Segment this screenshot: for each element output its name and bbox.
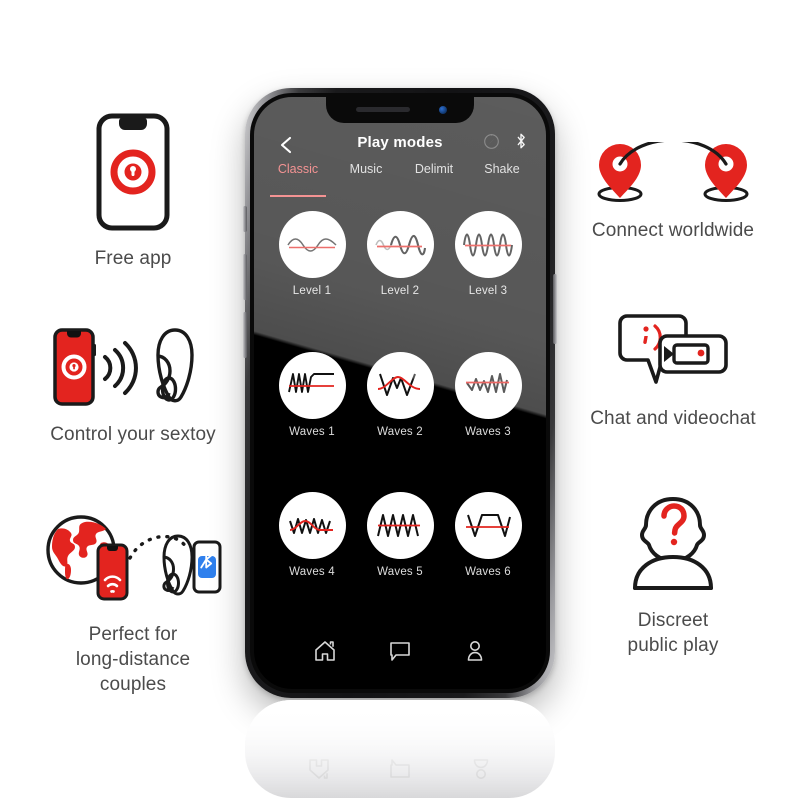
phone-reflection <box>245 700 555 798</box>
feature-discreet-public-play: Discreet public play <box>558 494 788 658</box>
front-camera-icon <box>439 106 447 114</box>
phone-frame: Play modes Classic Music Delimit Shake L… <box>243 88 557 698</box>
feature-caption: Control your sextoy <box>50 424 216 445</box>
wave-zigzag-rising-icon <box>454 351 522 419</box>
play-mode-item[interactable]: Waves 5 <box>356 492 444 627</box>
phone-notch <box>326 97 474 123</box>
play-mode-label: Waves 2 <box>377 425 423 438</box>
earpiece-speaker-icon <box>356 107 410 112</box>
phone-power-button[interactable] <box>553 274 557 344</box>
phone-lock-icon <box>95 112 171 232</box>
play-mode-grid: Level 1 Level 2 Level 3 Waves 1 Waves 2 … <box>254 193 546 627</box>
play-mode-item[interactable]: Waves 6 <box>444 492 532 627</box>
reflection-fade <box>245 700 555 798</box>
tab-classic[interactable]: Classic <box>264 159 332 197</box>
wave-zigzag-dense-icon <box>278 492 346 560</box>
play-mode-label: Level 3 <box>468 285 508 297</box>
bottom-tab-bar <box>254 627 546 689</box>
wave-sine-high-icon <box>454 211 522 278</box>
feature-chat-videochat: Chat and videochat <box>558 312 788 431</box>
wave-sine-low-icon <box>278 211 346 278</box>
phone-signal-toy-icon <box>43 326 223 408</box>
play-mode-label: Waves 3 <box>465 425 511 438</box>
phone-screen: Play modes Classic Music Delimit Shake L… <box>254 97 546 689</box>
speech-bubbles-video-icon <box>617 312 729 392</box>
bluetooth-icon[interactable] <box>514 132 528 155</box>
play-mode-label: Level 1 <box>292 285 332 297</box>
wave-burst-then-flat-icon <box>278 351 346 419</box>
wave-sine-mid-icon <box>366 211 434 278</box>
play-mode-label: Waves 6 <box>465 566 511 579</box>
wave-trapezoid-icon <box>454 492 522 560</box>
play-mode-item[interactable]: Waves 4 <box>268 492 356 627</box>
play-mode-item[interactable]: Level 3 <box>444 211 532 346</box>
phone-volume-up-button[interactable] <box>243 254 247 300</box>
feature-caption: Discreet public play <box>627 610 719 656</box>
play-mode-item[interactable]: Level 2 <box>356 211 444 346</box>
home-icon[interactable] <box>313 639 337 668</box>
feature-caption: Perfect for long-distance couples <box>75 624 191 695</box>
chat-icon[interactable] <box>388 639 412 668</box>
play-mode-label: Level 2 <box>380 285 420 297</box>
globe-phone-toy-bluetooth-icon <box>38 512 228 608</box>
play-mode-item[interactable]: Waves 2 <box>356 351 444 487</box>
feature-free-app: Free app <box>18 112 248 271</box>
play-mode-label: Waves 5 <box>377 566 423 579</box>
play-mode-label: Waves 4 <box>289 566 335 579</box>
feature-caption: Chat and videochat <box>590 408 756 429</box>
tab-shake[interactable]: Shake <box>468 159 536 193</box>
phone-volume-down-button[interactable] <box>243 312 247 358</box>
profile-icon[interactable] <box>463 639 487 668</box>
app-screen: Play modes Classic Music Delimit Shake L… <box>254 97 546 689</box>
phone-silent-switch[interactable] <box>243 206 247 232</box>
mode-tabs: Classic Music Delimit Shake <box>254 159 546 197</box>
play-mode-item[interactable]: Waves 3 <box>444 351 532 487</box>
feature-long-distance: Perfect for long-distance couples <box>18 512 248 697</box>
tab-delimit[interactable]: Delimit <box>400 159 468 193</box>
wave-v-peaks-icon <box>366 351 434 419</box>
compass-icon[interactable] <box>483 133 500 155</box>
phone-mockup: Play modes Classic Music Delimit Shake L… <box>243 88 557 698</box>
feature-caption: Free app <box>94 248 172 269</box>
play-mode-item[interactable]: Waves 1 <box>268 351 356 487</box>
two-map-pins-arc-icon <box>593 142 753 204</box>
play-mode-item[interactable]: Level 1 <box>268 211 356 346</box>
phone-bezel: Play modes Classic Music Delimit Shake L… <box>250 93 550 693</box>
play-mode-label: Waves 1 <box>289 425 335 438</box>
feature-connect-worldwide: Connect worldwide <box>558 142 788 243</box>
tab-music[interactable]: Music <box>332 159 400 193</box>
feature-control-sextoy: Control your sextoy <box>18 326 248 447</box>
anonymous-person-question-icon <box>621 494 725 594</box>
wave-saw-triangles-icon <box>366 492 434 560</box>
feature-caption: Connect worldwide <box>591 220 755 241</box>
header-actions <box>483 132 528 155</box>
